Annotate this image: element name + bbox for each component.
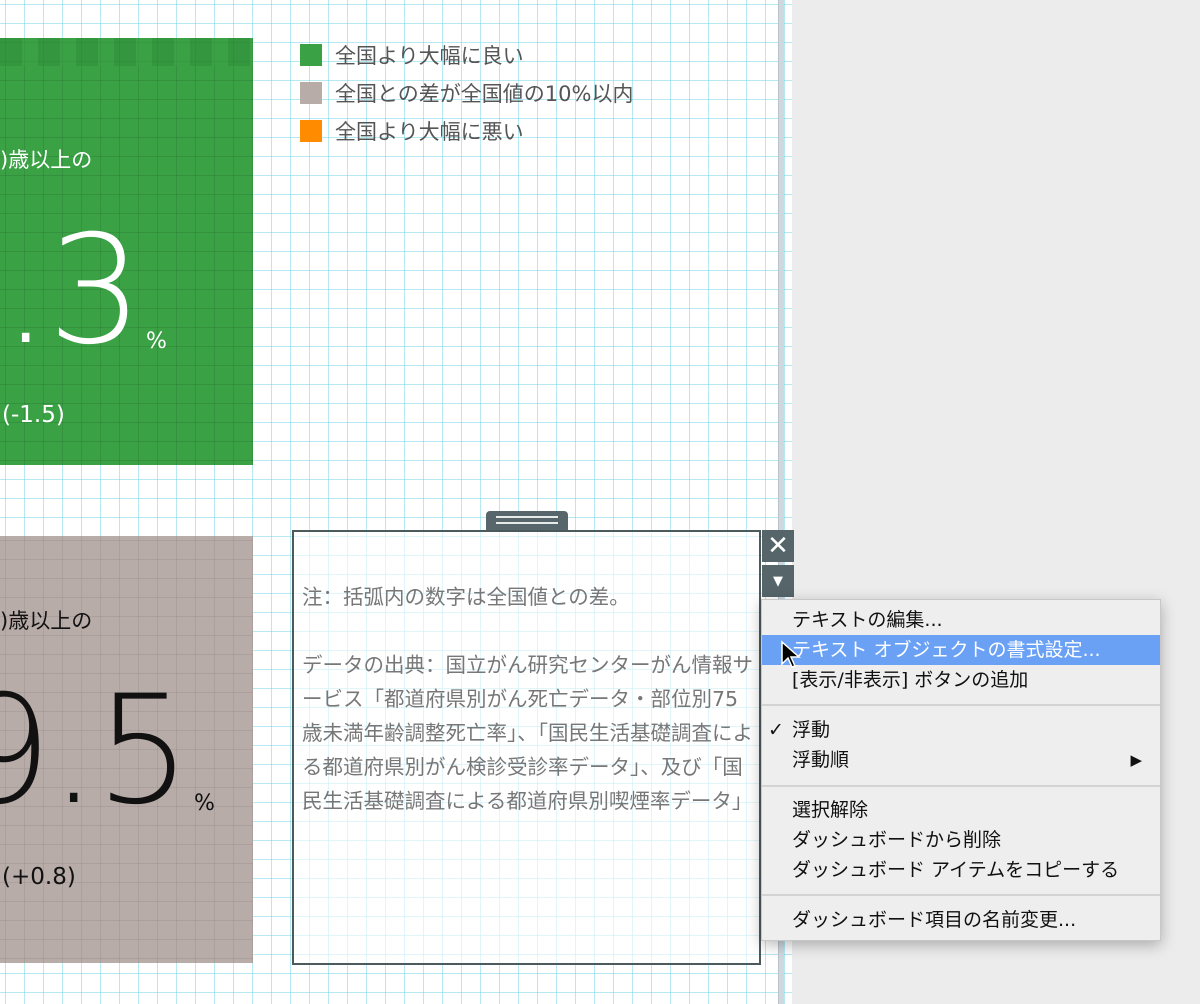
- legend-swatch: [300, 82, 322, 104]
- close-icon: ✕: [767, 531, 789, 561]
- menu-item-remove-from-dashboard[interactable]: ダッシュボードから削除: [762, 825, 1160, 855]
- color-legend[interactable]: 全国より大幅に良い 全国との差が全国値の10%以内 全国より大幅に悪い: [300, 36, 633, 150]
- kpi-tile-diff: (-1.5): [2, 402, 65, 428]
- menu-item-label: 浮動: [792, 719, 831, 741]
- menu-item-label: ダッシュボードから削除: [792, 829, 1002, 851]
- grip-line: [496, 516, 558, 518]
- kpi-tile-within[interactable]: )歳以上の 9.5 % (+0.8): [0, 536, 253, 963]
- menu-item-floating[interactable]: ✓ 浮動: [762, 715, 1160, 745]
- legend-swatch: [300, 44, 322, 66]
- menu-item-deselect[interactable]: 選択解除: [762, 795, 1160, 825]
- more-options-button[interactable]: ▼: [762, 565, 794, 597]
- kpi-tile-label: )歳以上の: [0, 609, 93, 633]
- submenu-arrow-icon: ▶: [1130, 751, 1142, 769]
- mouse-cursor-icon: [781, 640, 801, 668]
- kpi-tile-unit: %: [146, 329, 167, 354]
- menu-item-label: ダッシュボード アイテムをコピーする: [792, 859, 1120, 881]
- grip-line: [496, 522, 558, 524]
- legend-label: 全国より大幅に悪い: [335, 120, 524, 144]
- context-menu[interactable]: テキストの編集... テキスト オブジェクトの書式設定... [表示/非表示] …: [761, 599, 1161, 941]
- menu-separator: [762, 785, 1160, 787]
- legend-item-within[interactable]: 全国との差が全国値の10%以内: [300, 74, 633, 112]
- tile-header-pattern: [0, 38, 253, 66]
- text-object-move-handle[interactable]: [486, 511, 568, 531]
- menu-item-label: 選択解除: [792, 799, 869, 821]
- kpi-tile-value: .3: [1, 204, 143, 378]
- kpi-tile-value: 9.5: [0, 664, 191, 838]
- dropdown-arrow-icon: ▼: [773, 573, 783, 589]
- note-line: 注：括弧内の数字は全国値との差。: [302, 585, 630, 609]
- legend-item-good[interactable]: 全国より大幅に良い: [300, 36, 633, 74]
- note-source: データの出典：国立がん研究センターがん情報サービス「都道府県別がん死亡データ・部…: [302, 653, 753, 813]
- kpi-tile-label: )歳以上の: [0, 148, 93, 172]
- menu-separator: [762, 894, 1160, 896]
- kpi-tile-unit: %: [194, 791, 215, 816]
- note-text: 注：括弧内の数字は全国値との差。 データの出典：国立がん研究センターがん情報サー…: [302, 580, 754, 818]
- legend-label: 全国との差が全国値の10%以内: [335, 82, 634, 106]
- legend-item-bad[interactable]: 全国より大幅に悪い: [300, 112, 633, 150]
- menu-item-copy-dashboard-item[interactable]: ダッシュボード アイテムをコピーする: [762, 855, 1160, 885]
- menu-item-label: テキストの編集...: [792, 609, 943, 631]
- menu-item-label: ダッシュボード項目の名前変更...: [792, 909, 1077, 931]
- text-object[interactable]: 注：括弧内の数字は全国値との差。 データの出典：国立がん研究センターがん情報サー…: [292, 530, 761, 965]
- kpi-tile-good[interactable]: )歳以上の .3 % (-1.5): [0, 38, 253, 465]
- checkmark-icon: ✓: [768, 719, 784, 741]
- menu-item-edit-text[interactable]: テキストの編集...: [762, 605, 1160, 635]
- menu-item-format-text-object[interactable]: テキスト オブジェクトの書式設定...: [762, 635, 1160, 665]
- menu-item-add-show-hide-button[interactable]: [表示/非表示] ボタンの追加: [762, 665, 1160, 695]
- close-button[interactable]: ✕: [762, 530, 794, 562]
- menu-item-label: テキスト オブジェクトの書式設定...: [792, 639, 1101, 661]
- legend-label: 全国より大幅に良い: [335, 44, 524, 68]
- legend-swatch: [300, 120, 322, 142]
- menu-separator: [762, 704, 1160, 706]
- menu-item-rename-dashboard-item[interactable]: ダッシュボード項目の名前変更...: [762, 905, 1160, 935]
- kpi-tile-diff: (+0.8): [2, 864, 76, 890]
- menu-item-floating-order[interactable]: 浮動順 ▶: [762, 745, 1160, 775]
- menu-item-label: [表示/非表示] ボタンの追加: [792, 669, 1029, 691]
- menu-item-label: 浮動順: [792, 749, 850, 771]
